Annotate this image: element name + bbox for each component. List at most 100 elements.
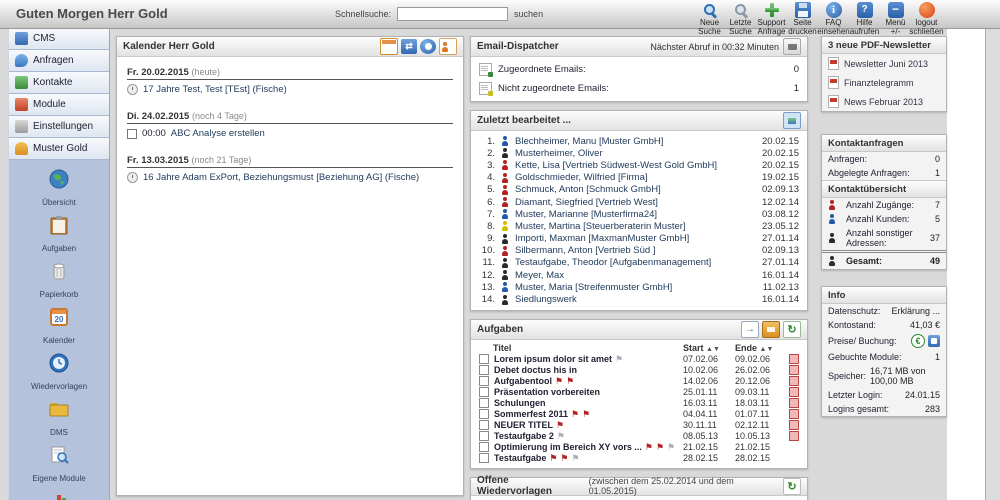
- task-export-icon[interactable]: →: [741, 321, 759, 338]
- header-action-button[interactable]: Support Anfrage: [756, 2, 787, 36]
- sidebar-menu-item[interactable]: Einstellungen: [9, 116, 109, 138]
- email-dispatcher-row[interactable]: Zugeordnete Emails: 0: [471, 60, 807, 79]
- sidebar-item-eigene-module[interactable]: Eigene Module: [9, 444, 109, 486]
- contact-card-icon[interactable]: [783, 112, 801, 129]
- task-title[interactable]: Debet doctus his in: [494, 365, 577, 375]
- calendar-entry[interactable]: 17 Jahre Test, Test [TEst] (Fische): [127, 84, 453, 95]
- recent-contact-row[interactable]: 5. Schmuck, Anton [Schmuck GmbH] 02.09.1…: [471, 184, 807, 196]
- header-action-button[interactable]: Letzte Suche: [725, 2, 756, 36]
- recent-contact-row[interactable]: 6. Diamant, Siegfried [Vertrieb West] 12…: [471, 196, 807, 208]
- task-checkbox[interactable]: [479, 431, 489, 441]
- info-label: Speicher:: [828, 371, 866, 381]
- calendar-person-icon[interactable]: [439, 38, 457, 55]
- sidebar-menu-item[interactable]: Kontakte: [9, 72, 109, 94]
- euro-prices-icon[interactable]: €: [911, 334, 925, 348]
- contact-icon: [501, 197, 509, 207]
- recent-contact-row[interactable]: 14. Siedlungswerk 16.01.14: [471, 293, 807, 305]
- task-checkbox[interactable]: [479, 409, 489, 419]
- sidebar-item-uebersicht[interactable]: Übersicht: [9, 168, 109, 210]
- task-start-date: 08.05.13: [683, 431, 735, 441]
- recent-contact-row[interactable]: 11. Testaufgabe, Theodor [Aufgabenmanage…: [471, 257, 807, 269]
- recent-contact-row[interactable]: 9. Importi, Maxman [MaxmanMuster GmbH] 2…: [471, 233, 807, 245]
- task-title[interactable]: Lorem ipsum dolor sit amet: [494, 354, 612, 364]
- wiedervorlagen-refresh-icon[interactable]: ↻: [783, 478, 801, 495]
- newsletter-item[interactable]: Newsletter Juni 2013: [822, 54, 946, 73]
- svg-text:20: 20: [55, 315, 64, 324]
- recent-contact-row[interactable]: 7. Muster, Marianne [Musterfirma24] 03.0…: [471, 208, 807, 220]
- sidebar-menu-item[interactable]: Muster Gold: [9, 138, 109, 160]
- sidebar-item-dms[interactable]: DMS: [9, 398, 109, 440]
- recent-contact-row[interactable]: 3. Kette, Lisa [Vertrieb Südwest-West Go…: [471, 159, 807, 171]
- task-title[interactable]: Schulungen: [494, 398, 546, 408]
- recent-contact-row[interactable]: 1. Blechheimer, Manu [Muster GmbH] 20.02…: [471, 135, 807, 147]
- recent-contact-row[interactable]: 8. Muster, Martina [Steuerberaterin Must…: [471, 220, 807, 232]
- calendar-sync-icon[interactable]: ⇄: [401, 39, 417, 54]
- sidebar-menu-item[interactable]: Anfragen: [9, 50, 109, 72]
- email-dispatcher-row[interactable]: Nicht zugeordnete Emails: 1: [471, 79, 807, 98]
- task-checkbox[interactable]: [479, 387, 489, 397]
- sidebar-item-aufgaben[interactable]: Aufgaben: [9, 214, 109, 256]
- recent-contact-row[interactable]: 12. Meyer, Max 16.01.14: [471, 269, 807, 281]
- header-action-button[interactable]: logout schließen: [911, 2, 942, 36]
- header-action-icon: [888, 2, 904, 18]
- recent-contact-row[interactable]: 4. Goldschmieder, Wilfried [Firma] 19.02…: [471, 172, 807, 184]
- sidebar-menu-icon: [15, 98, 28, 111]
- task-checkbox[interactable]: [479, 365, 489, 375]
- tasks-panel-header: Aufgaben → ↻: [471, 320, 807, 340]
- sidebar-menu-item[interactable]: CMS: [9, 28, 109, 50]
- task-checkbox[interactable]: [479, 420, 489, 430]
- task-refresh-icon[interactable]: ↻: [783, 321, 801, 338]
- sort-start-desc-icon[interactable]: ▼: [713, 346, 720, 353]
- calendar-view-icon[interactable]: [380, 38, 398, 55]
- quick-search-input[interactable]: [397, 7, 508, 21]
- header-action-button[interactable]: Neue Suche: [694, 2, 725, 36]
- header-action-button[interactable]: Menü +/-: [880, 2, 911, 36]
- task-title[interactable]: Testaufgabe 2: [494, 431, 554, 441]
- task-title[interactable]: Optimierung im Bereich XY vors ...: [494, 442, 642, 452]
- newsletter-item[interactable]: Finanztelegramm: [822, 73, 946, 92]
- task-checkbox[interactable]: [479, 354, 489, 364]
- dispatcher-settings-icon[interactable]: [783, 38, 801, 55]
- contact-icon: [501, 136, 509, 146]
- calendar-clock-icon[interactable]: [420, 39, 436, 54]
- task-checkbox[interactable]: [479, 442, 489, 452]
- booking-icon[interactable]: [928, 335, 940, 347]
- mail-icon: [479, 63, 492, 76]
- kontaktuebersicht-row[interactable]: Anzahl sonstiger Adressen: 37: [822, 226, 946, 250]
- kontaktuebersicht-row[interactable]: Anzahl Kunden: 5: [822, 212, 946, 226]
- sort-start-asc-icon[interactable]: ▲: [706, 346, 713, 353]
- recent-contact-row[interactable]: 13. Muster, Maria [Streifenmuster GmbH] …: [471, 281, 807, 293]
- header-action-button[interactable]: FAQ einsehen: [818, 2, 849, 36]
- task-title[interactable]: Aufgabentool: [494, 376, 552, 386]
- sidebar-item-wiedervorlagen[interactable]: Wiedervorlagen: [9, 352, 109, 394]
- document-search-icon: [48, 444, 70, 466]
- sidebar-menu-icon: [15, 54, 28, 67]
- kontaktanfragen-row[interactable]: Anfragen: 0: [822, 152, 946, 166]
- kontaktanfragen-row[interactable]: Abgelegte Anfragen: 1: [822, 166, 946, 180]
- task-checkbox[interactable]: [479, 453, 489, 463]
- task-title[interactable]: Präsentation vorbereiten: [494, 387, 600, 397]
- task-archive-icon[interactable]: [762, 321, 780, 338]
- sidebar-item-papierkorb[interactable]: Papierkorb: [9, 260, 109, 302]
- calendar-entry[interactable]: 16 Jahre Adam ExPort, Beziehungsmust [Be…: [127, 172, 453, 183]
- newsletter-item[interactable]: News Februar 2013: [822, 92, 946, 111]
- task-title[interactable]: Testaufgabe: [494, 453, 546, 463]
- kontaktuebersicht-row[interactable]: Anzahl Zugänge: 7: [822, 198, 946, 212]
- task-start-date: 10.02.06: [683, 365, 735, 375]
- task-title[interactable]: NEUER TITEL: [494, 420, 553, 430]
- shortcut-label: Aufgaben: [42, 244, 76, 253]
- task-checkbox[interactable]: [479, 376, 489, 386]
- contact-name: Muster, Martina [Steuerberaterin Muster]: [515, 221, 762, 232]
- task-checkbox[interactable]: [479, 398, 489, 408]
- sidebar-item-statistiken[interactable]: Statistiken: [9, 490, 109, 500]
- header-action-button[interactable]: Seite drucken: [787, 2, 818, 36]
- sidebar-menu-item[interactable]: Module: [9, 94, 109, 116]
- sort-end-desc-icon[interactable]: ▼: [766, 346, 773, 353]
- search-submit[interactable]: suchen: [514, 9, 543, 19]
- task-title[interactable]: Sommerfest 2011: [494, 409, 568, 419]
- recent-contact-row[interactable]: 10. Silbermann, Anton [Vertrieb Süd ] 02…: [471, 245, 807, 257]
- header-action-button[interactable]: Hilfe aufrufen: [849, 2, 880, 36]
- sidebar-item-kalender[interactable]: 20 Kalender: [9, 306, 109, 348]
- recent-contact-row[interactable]: 2. Musterheimer, Oliver 20.02.15: [471, 147, 807, 159]
- calendar-entry[interactable]: 00:00 ABC Analyse erstellen: [127, 128, 453, 139]
